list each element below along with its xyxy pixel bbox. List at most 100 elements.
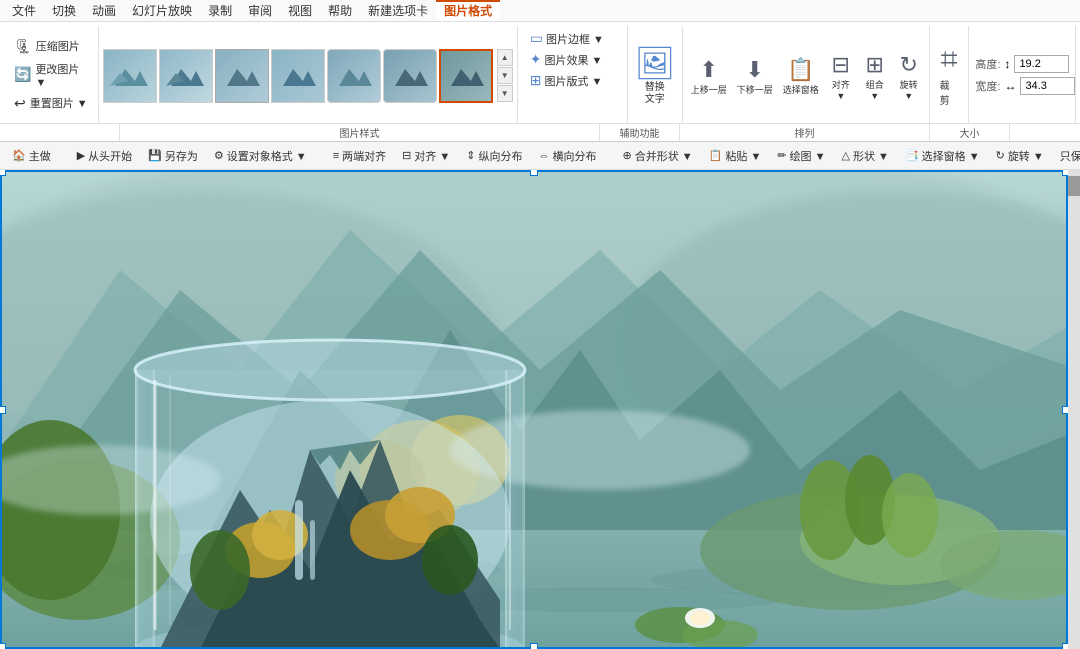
paste-icon: 📋 xyxy=(709,149,723,162)
style-thumb-1[interactable] xyxy=(103,49,157,103)
menu-slideshow[interactable]: 幻灯片放映 xyxy=(124,0,200,21)
access-format[interactable]: ⚙ 设置对象格式 ▼ xyxy=(208,146,313,166)
label-adjust xyxy=(0,124,120,141)
shape-label: 形状 ▼ xyxy=(853,148,889,164)
width-label: 宽度: xyxy=(975,78,1000,94)
style-thumbnails: ▲ ▼ ▼ xyxy=(99,26,517,123)
access-home[interactable]: 🏠 主做 xyxy=(6,146,57,166)
horiz-dist-icon: ⇔ xyxy=(539,150,550,162)
access-align[interactable]: ⊟ 对齐 ▼ xyxy=(396,146,456,166)
move-up-label: 上移一层 xyxy=(691,83,727,96)
change-label: 更改图片 ▼ xyxy=(35,61,87,89)
rotate2-icon: ↻ xyxy=(996,149,1005,162)
style-thumb-4[interactable] xyxy=(271,49,325,103)
align-icon2: ⊟ xyxy=(402,149,411,162)
access-horiz-dist[interactable]: ⇔ 横向分布 xyxy=(533,146,603,166)
group-btn[interactable]: ⊞ 组合 ▼ xyxy=(859,50,891,103)
access-paste[interactable]: 📋 粘贴 ▼ xyxy=(703,146,768,166)
landscape-svg xyxy=(0,170,1080,649)
access-start[interactable]: ▶ 从头开始 xyxy=(71,146,138,166)
menu-help[interactable]: 帮助 xyxy=(320,0,360,21)
style-thumb-3[interactable] xyxy=(215,49,269,103)
menu-picture-format[interactable]: 图片格式 xyxy=(436,0,500,21)
access-preserve[interactable]: 只保 xyxy=(1054,146,1080,166)
reset-icon: ↩ xyxy=(14,95,26,112)
height-input[interactable] xyxy=(1014,55,1069,73)
style-thumb-6[interactable] xyxy=(383,49,437,103)
replace-text-btn[interactable]: 🖼 替换文字 xyxy=(628,26,683,123)
group-label: 组合 ▼ xyxy=(863,78,887,101)
access-shape[interactable]: △ 形状 ▼ xyxy=(836,146,895,166)
access-sel-pane[interactable]: 📑 选择窗格 ▼ xyxy=(899,146,986,166)
justify-label: 两端对齐 xyxy=(342,148,386,164)
selection-pane-btn[interactable]: 📋 选择窗格 xyxy=(779,55,823,98)
paste-label: 粘贴 ▼ xyxy=(725,148,761,164)
change-image-btn[interactable]: 🔄 更改图片 ▼ xyxy=(10,59,92,91)
rotate-btn[interactable]: ↻ 旋转 ▼ xyxy=(893,50,925,103)
move-up-btn[interactable]: ⬆ 上移一层 xyxy=(687,55,731,98)
access-rotate2[interactable]: ↻ 旋转 ▼ xyxy=(990,146,1050,166)
width-icon: ↔ xyxy=(1004,79,1016,93)
scroll-up-arrow[interactable]: ▲ xyxy=(497,49,513,66)
size-group: 高度: ↕ 宽度: ↔ xyxy=(969,26,1076,123)
move-down-btn[interactable]: ⬇ 下移一层 xyxy=(733,55,777,98)
compress-label: 压缩图片 xyxy=(36,38,80,54)
access-vert-dist[interactable]: ⇕ 纵向分布 xyxy=(460,146,528,166)
label-assist: 辅助功能 xyxy=(600,124,680,141)
menu-new-tab[interactable]: 新建选项卡 xyxy=(360,0,436,21)
image-adjust-group: 🗜 压缩图片 🔄 更改图片 ▼ ↩ 重置图片 ▼ xyxy=(4,26,99,123)
compress-image-btn[interactable]: 🗜 压缩图片 xyxy=(10,36,92,57)
move-down-label: 下移一层 xyxy=(737,83,773,96)
justify-icon: ≡ xyxy=(333,150,339,162)
label-style: 图片样式 xyxy=(120,124,600,141)
right-scrollbar[interactable] xyxy=(1068,170,1080,649)
merge-icon: ⊕ xyxy=(623,149,632,162)
menu-animation[interactable]: 动画 xyxy=(84,0,124,21)
picture-effect-btn[interactable]: ✦ 图片效果 ▼ xyxy=(524,49,621,70)
scroll-down-arrow[interactable]: ▼ xyxy=(497,67,513,84)
move-down-icon: ⬇ xyxy=(746,57,764,83)
style-thumb-7[interactable] xyxy=(439,49,493,103)
align-label2: 对齐 ▼ xyxy=(414,148,450,164)
scroll-expand-arrow[interactable]: ▼ xyxy=(497,85,513,102)
home-icon: 🏠 xyxy=(12,149,26,162)
menu-record[interactable]: 录制 xyxy=(200,0,240,21)
compress-icon: 🗜 xyxy=(14,38,32,55)
label-size: 大小 xyxy=(930,124,1010,141)
access-save-as[interactable]: 💾 另存为 xyxy=(142,146,204,166)
draw-label: 绘图 ▼ xyxy=(790,148,826,164)
rotate-icon: ↻ xyxy=(899,52,917,78)
group-icon: ⊞ xyxy=(866,52,884,78)
image-style-group: ▲ ▼ ▼ xyxy=(99,26,518,123)
arrange-buttons: ⬆ 上移一层 ⬇ 下移一层 📋 选择窗格 ⊟ 对齐 ▼ ⊞ 组合 ▼ xyxy=(687,30,925,123)
reset-label: 重置图片 ▼ xyxy=(30,95,88,111)
menu-view[interactable]: 视图 xyxy=(280,0,320,21)
layout-label: 图片版式 ▼ xyxy=(544,73,602,89)
access-merge[interactable]: ⊕ 合并形状 ▼ xyxy=(617,146,699,166)
style-thumb-2[interactable] xyxy=(159,49,213,103)
replace-text-icon: 🖼 xyxy=(634,44,675,82)
format-icon: ⚙ xyxy=(214,149,224,162)
layout-icon: ⊞ xyxy=(530,72,542,89)
access-draw[interactable]: ✏ 绘图 ▼ xyxy=(771,146,831,166)
picture-border-btn[interactable]: ▭ 图片边框 ▼ xyxy=(524,28,621,49)
label-arrange: 排列 xyxy=(680,124,930,141)
ribbon: 🗜 压缩图片 🔄 更改图片 ▼ ↩ 重置图片 ▼ xyxy=(0,22,1080,142)
selection-pane-icon: 📋 xyxy=(787,57,814,83)
access-justify[interactable]: ≡ 两端对齐 xyxy=(327,146,392,166)
reset-image-btn[interactable]: ↩ 重置图片 ▼ xyxy=(10,93,92,114)
picture-layout-btn[interactable]: ⊞ 图片版式 ▼ xyxy=(524,70,621,91)
menu-bar: 文件 切换 动画 幻灯片放映 录制 审阅 视图 帮助 新建选项卡 图片格式 xyxy=(0,0,1080,22)
scrollbar-thumb[interactable] xyxy=(1068,176,1080,196)
border-label: 图片边框 ▼ xyxy=(546,31,604,47)
crop-btn[interactable]: ⌗ 裁剪 xyxy=(930,26,970,123)
align-btn[interactable]: ⊟ 对齐 ▼ xyxy=(825,50,857,103)
menu-review[interactable]: 审阅 xyxy=(240,0,280,21)
width-input[interactable] xyxy=(1020,77,1075,95)
menu-switch[interactable]: 切换 xyxy=(44,0,84,21)
style-thumb-5[interactable] xyxy=(327,49,381,103)
start-label: 从头开始 xyxy=(88,148,132,164)
effect-icon: ✦ xyxy=(530,51,542,68)
menu-file[interactable]: 文件 xyxy=(4,0,44,21)
vert-dist-icon: ⇕ xyxy=(466,149,475,162)
